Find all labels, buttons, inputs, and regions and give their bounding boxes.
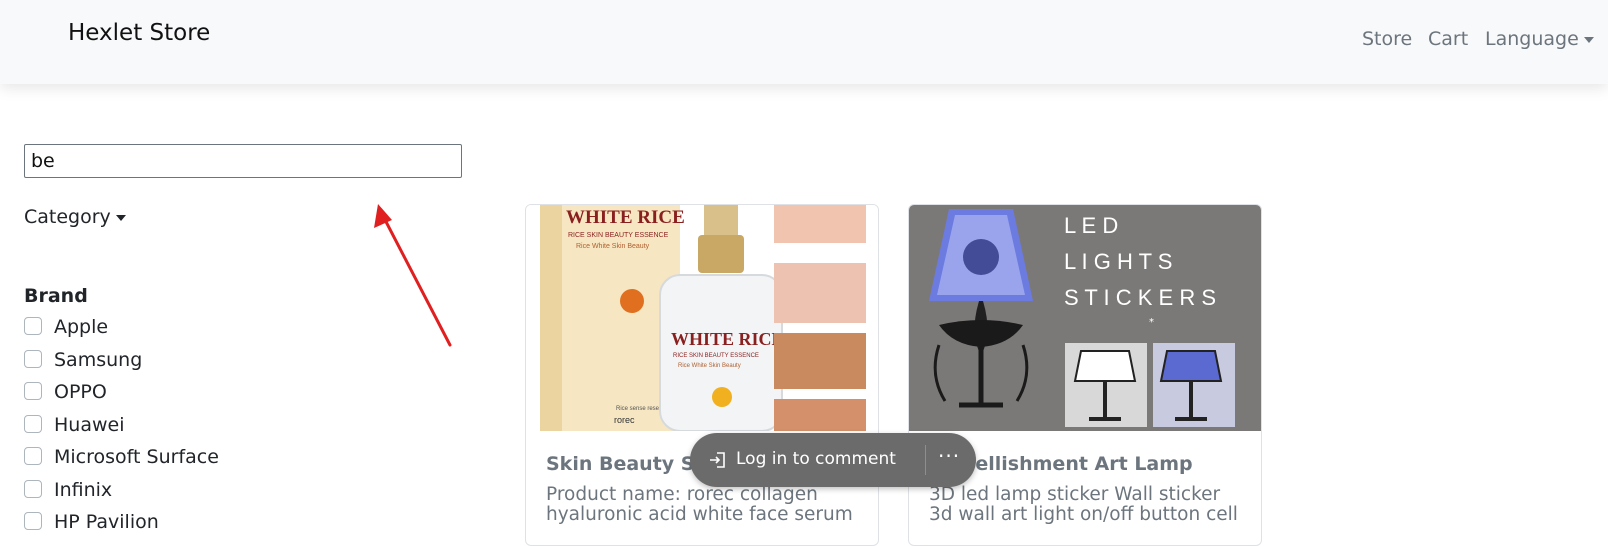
brand-checkbox-label[interactable]: Infinix (54, 479, 112, 501)
nav-link-cart[interactable]: Cart (1428, 28, 1468, 50)
svg-text:rorec: rorec (614, 415, 635, 425)
svg-text:Rice sense reset: Rice sense reset (616, 406, 661, 412)
brand-checkbox[interactable] (24, 382, 42, 400)
brand-logo-link[interactable]: Hexlet Store (68, 20, 210, 46)
brand-checkbox-label[interactable]: HP Pavilion (54, 511, 159, 533)
brand-checkbox-label[interactable]: OPPO (54, 381, 107, 403)
brand-checkbox-label[interactable]: Huawei (54, 414, 124, 436)
brand-checkbox-label[interactable]: Microsoft Surface (54, 446, 219, 468)
nav-dropdown-language[interactable]: Language (1485, 28, 1594, 50)
nav-link-language-label: Language (1485, 28, 1579, 50)
svg-text:WHITE RICE: WHITE RICE (671, 329, 784, 349)
login-to-comment-toast: Log in to comment ··· (690, 433, 976, 487)
login-to-comment-button[interactable]: Log in to comment (736, 449, 896, 469)
brand-checkbox-label[interactable]: Samsung (54, 349, 142, 371)
product-image[interactable]: WHITE RICE RICE SKIN BEAUTY ESSENCE Rice… (526, 205, 878, 431)
category-dropdown-label: Category (24, 206, 111, 228)
brand-checkbox-label[interactable]: Apple (54, 316, 108, 338)
svg-text:L E D: L E D (1064, 213, 1118, 238)
brand-checkbox[interactable] (24, 317, 42, 335)
svg-text:RICE SKIN BEAUTY ESSENCE: RICE SKIN BEAUTY ESSENCE (568, 232, 669, 239)
nav-link-store[interactable]: Store (1362, 28, 1412, 50)
svg-text:RICE SKIN BEAUTY ESSENCE: RICE SKIN BEAUTY ESSENCE (673, 353, 759, 359)
brand-checkbox[interactable] (24, 447, 42, 465)
navbar: Hexlet Store Store Cart Language (0, 0, 1608, 84)
brand-checkbox[interactable] (24, 414, 42, 433)
product-image[interactable]: L E D L I G H T S S T I C K E R S * (909, 205, 1261, 431)
svg-text:WHITE RICE: WHITE RICE (566, 207, 685, 228)
toast-divider (925, 445, 926, 475)
product-description: Product name: rorec collagen hyaluronic … (546, 484, 853, 525)
brand-checkbox[interactable] (24, 512, 42, 530)
sign-in-icon[interactable] (708, 450, 728, 474)
svg-text:L I G H T S: L I G H T S (1064, 249, 1172, 274)
svg-text:*: * (1149, 317, 1154, 328)
brand-filter-heading: Brand (24, 285, 88, 307)
brand-checkbox[interactable] (24, 479, 42, 498)
product-description: 3D led lamp sticker Wall sticker 3d wall… (929, 484, 1238, 525)
svg-text:Rice White Skin Beauty: Rice White Skin Beauty (576, 243, 650, 250)
more-options-icon[interactable]: ··· (938, 444, 960, 468)
search-input[interactable] (24, 144, 462, 178)
category-dropdown[interactable]: Category (24, 206, 126, 228)
product-card[interactable]: WHITE RICE RICE SKIN BEAUTY ESSENCE Rice… (525, 204, 879, 546)
svg-text:S T I C K E R S: S T I C K E R S (1064, 285, 1216, 310)
product-card[interactable]: L E D L I G H T S S T I C K E R S * Embe… (908, 204, 1262, 546)
svg-text:Rice White Skin Beauty: Rice White Skin Beauty (678, 363, 741, 369)
brand-checkbox[interactable] (24, 349, 42, 368)
caret-down-icon (115, 214, 126, 221)
caret-down-icon (1583, 36, 1594, 43)
annotation-arrow-icon (374, 204, 452, 347)
